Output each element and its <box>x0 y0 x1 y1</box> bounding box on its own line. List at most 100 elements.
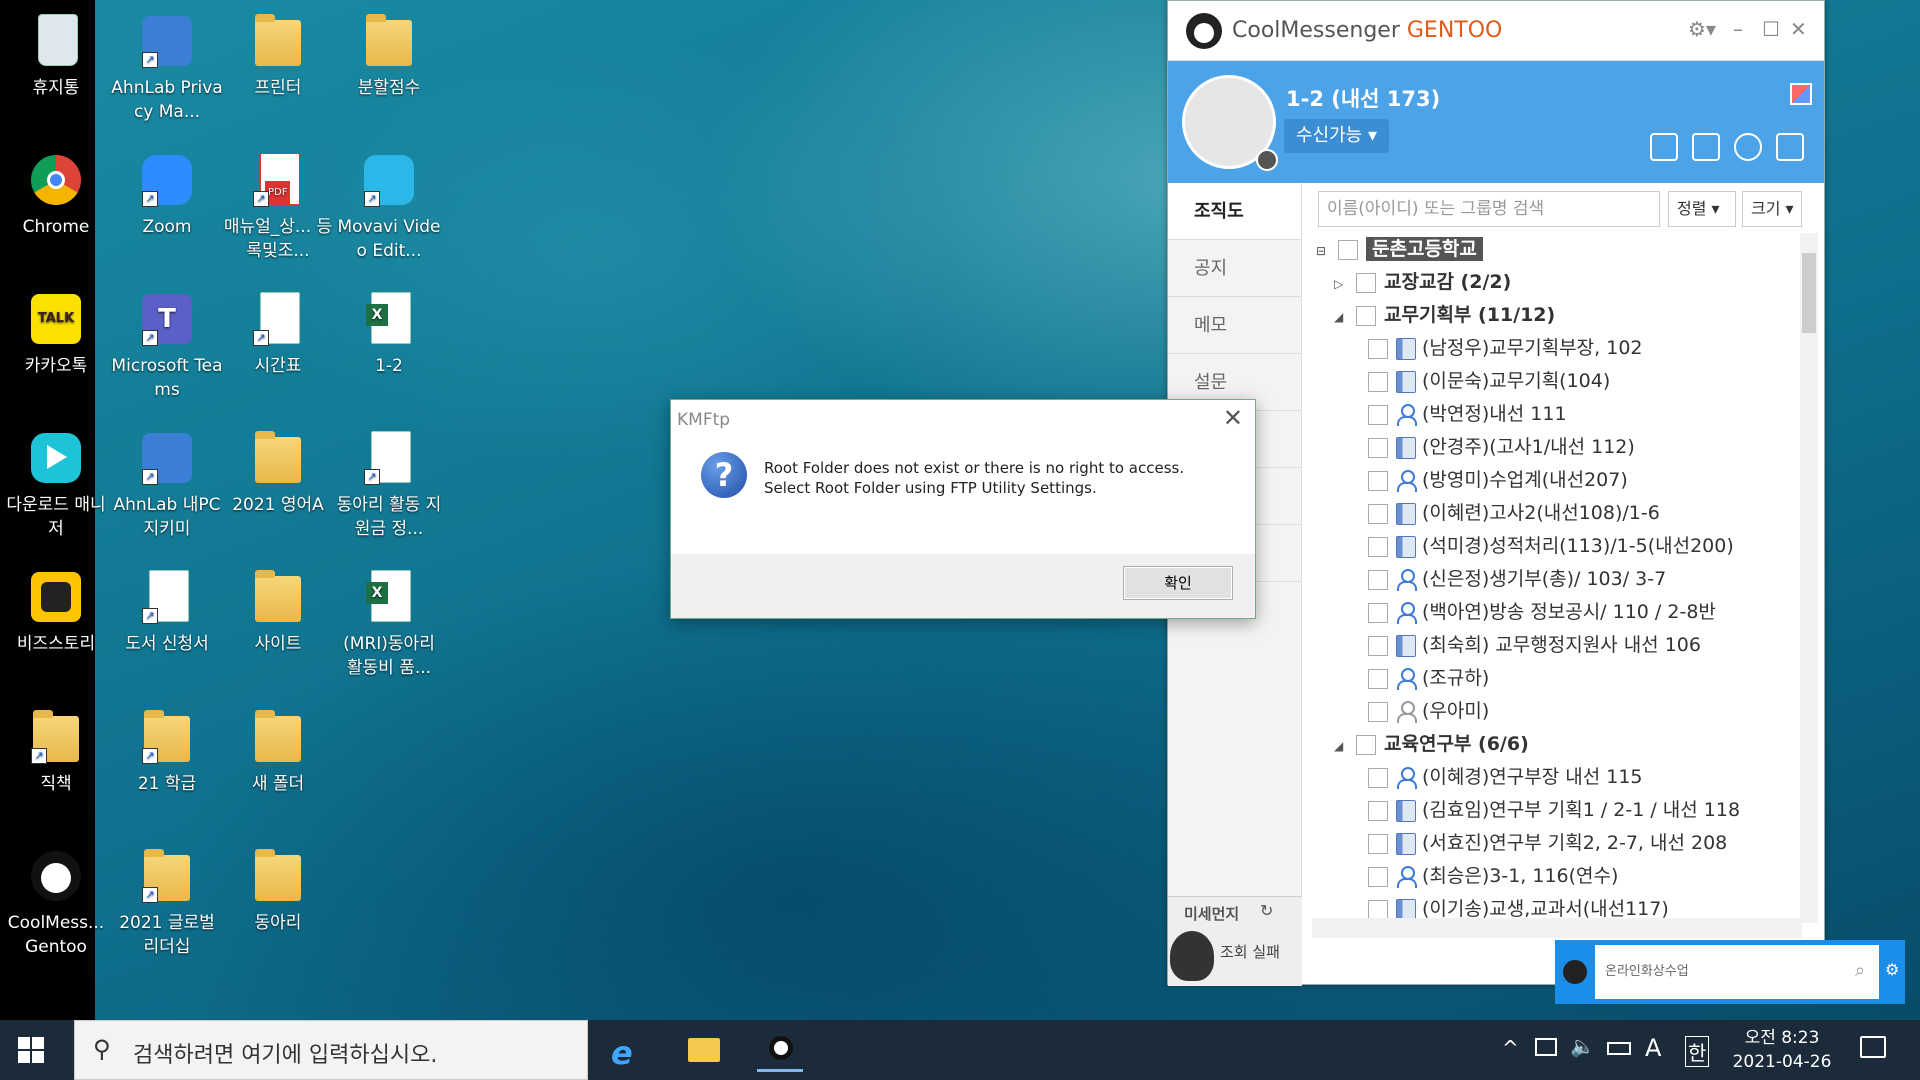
desktop-icon-folder[interactable]: 새 폴더 <box>222 700 334 796</box>
desktop-icon-folder[interactable]: ↗ 직책 <box>0 700 112 796</box>
desktop-icon-timetable[interactable]: ↗ 시간표 <box>222 282 334 378</box>
notice-icon[interactable] <box>1734 133 1762 161</box>
volume-icon[interactable]: 🔈 <box>1570 1034 1595 1058</box>
tree-member[interactable]: (신은정)생기부(총)/ 103/ 3-7 <box>1312 563 1812 596</box>
desktop-icon-chrome[interactable]: Chrome <box>0 143 112 239</box>
notification-icon[interactable] <box>1860 1036 1886 1058</box>
tab-memo[interactable]: 메모 <box>1168 297 1301 354</box>
expand-arrow-icon[interactable]: ▷ <box>1334 268 1350 301</box>
checkbox[interactable] <box>1368 635 1388 656</box>
desktop-icon-folder[interactable]: ↗ 21 학급 <box>111 700 223 796</box>
desktop-icon-coolmessenger[interactable]: CoolMess... Gentoo <box>0 839 112 959</box>
tree-group[interactable]: ◢ 교육연구부 (6/6) <box>1312 728 1812 761</box>
clock[interactable]: 오전 8:23 2021-04-26 <box>1718 1026 1846 1074</box>
tree-member[interactable]: (최승은)3-1, 116(연수) <box>1312 860 1812 893</box>
tree-root[interactable]: ⊟ 둔촌고등학교 <box>1312 233 1812 266</box>
gear-icon[interactable]: ⚙▾ <box>1688 17 1716 41</box>
dialog-close-button[interactable]: ✕ <box>1223 404 1243 432</box>
profile-edit-icon[interactable] <box>1256 149 1278 171</box>
desktop-icon-folder[interactable]: 2021 영어A <box>222 421 334 517</box>
checkbox[interactable] <box>1368 437 1388 458</box>
search-icon[interactable]: ⌕ <box>1855 960 1865 981</box>
collapse-arrow-icon[interactable]: ◢ <box>1334 301 1350 334</box>
desktop-icon-folder[interactable]: 프린터 <box>222 4 334 100</box>
tab-org-chart[interactable]: 조직도 <box>1168 183 1301 240</box>
close-button[interactable]: ✕ <box>1790 17 1807 41</box>
tree-group[interactable]: ◢ 교무기획부 (11/12) <box>1312 299 1812 332</box>
tree-member[interactable]: (박연정)내선 111 <box>1312 398 1812 431</box>
checkbox[interactable] <box>1356 734 1376 755</box>
tree-member[interactable]: (백아연)방송 정보공시/ 110 / 2-8반 <box>1312 596 1812 629</box>
desktop-icon-ahnlab-pc[interactable]: ↗ AhnLab 내PC지키미 <box>111 421 223 541</box>
checkbox[interactable] <box>1356 305 1376 326</box>
desktop-icon-club-fund[interactable]: ↗ 동아리 활동 지원금 정... <box>333 421 445 541</box>
tree-group[interactable]: ▷ 교장교감 (2/2) <box>1312 266 1812 299</box>
save-icon[interactable] <box>1776 133 1804 161</box>
desktop-icon-book-request[interactable]: ↗ 도서 신청서 <box>111 560 223 656</box>
checkbox[interactable] <box>1368 602 1388 623</box>
tree-member[interactable]: (안경주)(고사1/내선 112) <box>1312 431 1812 464</box>
taskbar-coolmessenger-icon[interactable] <box>757 1028 803 1072</box>
desktop-icon-folder[interactable]: 분할점수 <box>333 4 445 100</box>
maximize-button[interactable]: ☐ <box>1762 17 1780 41</box>
checkbox[interactable] <box>1338 239 1358 260</box>
desktop-icon-recycle-bin[interactable]: 휴지통 <box>0 4 112 100</box>
internet-explorer-icon[interactable]: e <box>603 1028 649 1072</box>
desktop-icon-zoom[interactable]: ↗ Zoom <box>111 143 223 239</box>
checkbox[interactable] <box>1368 470 1388 491</box>
desktop-icon-ahnlab-privacy[interactable]: ↗ AhnLab Privacy Ma... <box>111 4 223 124</box>
desktop-icon-folder[interactable]: 동아리 <box>222 839 334 935</box>
sort-dropdown[interactable]: 정렬 ▾ <box>1668 191 1736 227</box>
checkbox[interactable] <box>1368 536 1388 557</box>
checkbox[interactable] <box>1368 668 1388 689</box>
checkbox[interactable] <box>1368 866 1388 887</box>
desktop-icon-kakaotalk[interactable]: TALK 카카오톡 <box>0 282 112 378</box>
tree-member[interactable]: (이문숙)교무기획(104) <box>1312 365 1812 398</box>
horizontal-scrollbar[interactable] <box>1312 918 1802 938</box>
checkbox[interactable] <box>1368 503 1388 524</box>
file-explorer-icon[interactable] <box>680 1028 726 1072</box>
collapse-arrow-icon[interactable]: ◢ <box>1334 730 1350 763</box>
start-button[interactable] <box>18 1037 44 1063</box>
refresh-icon[interactable]: ↻ <box>1260 901 1273 920</box>
checkbox[interactable] <box>1368 899 1388 920</box>
status-dropdown[interactable]: 수신가능 ▾ <box>1284 119 1389 153</box>
battery-icon[interactable] <box>1607 1042 1631 1055</box>
tray-overflow-icon[interactable]: ^ <box>1502 1036 1519 1060</box>
ok-button[interactable]: 확인 <box>1123 566 1233 600</box>
desktop-icon-excel[interactable]: X (MRI)동아리 활동비 품... <box>333 560 445 680</box>
tree-member[interactable]: (서효진)연구부 기획2, 2-7, 내선 208 <box>1312 827 1812 860</box>
contact-search-input[interactable]: 이름(아이디) 또는 그룹명 검색 <box>1318 191 1660 227</box>
tree-member[interactable]: (이혜련)고사2(내선108)/1-6 <box>1312 497 1812 530</box>
checkbox[interactable] <box>1368 569 1388 590</box>
network-icon[interactable] <box>1535 1038 1557 1056</box>
checkbox[interactable] <box>1368 404 1388 425</box>
collapse-icon[interactable]: ⊟ <box>1316 235 1332 268</box>
desktop-icon-download-manager[interactable]: 다운로드 매니저 <box>0 421 112 541</box>
theme-icon[interactable] <box>1790 83 1812 105</box>
gear-icon[interactable]: ⚙ <box>1885 960 1899 979</box>
checkbox[interactable] <box>1368 833 1388 854</box>
checkbox[interactable] <box>1368 701 1388 722</box>
tree-member[interactable]: (이혜경)연구부장 내선 115 <box>1312 761 1812 794</box>
tree-member[interactable]: (방영미)수업계(내선207) <box>1312 464 1812 497</box>
checkbox[interactable] <box>1368 338 1388 359</box>
tree-member[interactable]: (우아미) <box>1312 695 1812 728</box>
checkbox[interactable] <box>1368 800 1388 821</box>
minimize-button[interactable]: – <box>1733 17 1743 41</box>
desktop-icon-excel[interactable]: X 1-2 <box>333 282 445 378</box>
desktop-icon-pdf[interactable]: PDF ↗ 매뉴얼_상... 등록및조... <box>222 143 334 263</box>
desktop-icon-bizstory[interactable]: 비즈스토리 <box>0 560 112 656</box>
fine-dust-panel[interactable]: 미세먼지 ↻ 조회 실패 <box>1168 896 1302 986</box>
ime-mode-icon[interactable]: A <box>1645 1034 1661 1062</box>
tree-member[interactable]: (남정우)교무기획부장, 102 <box>1312 332 1812 365</box>
tree-member[interactable]: (조규하) <box>1312 662 1812 695</box>
tab-notice[interactable]: 공지 <box>1168 240 1301 297</box>
checkbox[interactable] <box>1368 767 1388 788</box>
widget-search-input[interactable]: 온라인화상수업 <box>1595 945 1879 999</box>
desktop-icon-folder[interactable]: ↗ 2021 글로벌 리더십 <box>111 839 223 959</box>
tree-member[interactable]: (김효임)연구부 기획1 / 2-1 / 내선 118 <box>1312 794 1812 827</box>
tree-member[interactable]: (최숙희) 교무행정지원사 내선 106 <box>1312 629 1812 662</box>
vertical-scrollbar[interactable] <box>1800 233 1818 923</box>
checkbox[interactable] <box>1356 272 1376 293</box>
